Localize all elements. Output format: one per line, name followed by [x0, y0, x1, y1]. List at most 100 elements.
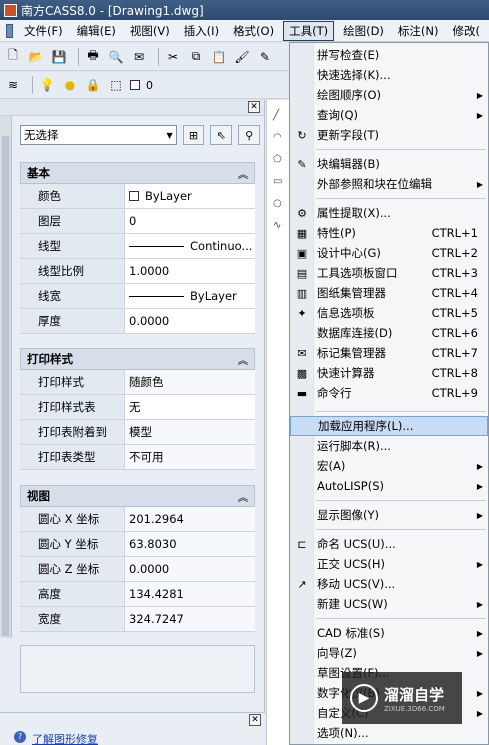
- menu-item[interactable]: ▩ 快速计算器 CTRL+8: [290, 363, 488, 383]
- collapse-icon[interactable]: ︽: [238, 489, 248, 504]
- menu-item[interactable]: 外部参照和块在位编辑 ▶: [290, 174, 488, 194]
- menu-item[interactable]: ▬ 命令行 CTRL+9: [290, 383, 488, 403]
- prop-row-plot-type[interactable]: 打印表类型 不可用: [20, 445, 255, 470]
- close-icon[interactable]: ✕: [248, 101, 260, 113]
- menu-item[interactable]: 新建 UCS(W) ▶: [290, 594, 488, 614]
- object-select[interactable]: 无选择 ▼: [20, 125, 177, 145]
- menu-draw[interactable]: 绘图(D): [338, 22, 389, 40]
- cut-icon[interactable]: ✂: [164, 48, 182, 66]
- menu-insert[interactable]: 插入(I): [179, 22, 224, 40]
- print-preview-icon[interactable]: 🔍: [107, 48, 125, 66]
- menu-item[interactable]: 拼写检查(E): [290, 45, 488, 65]
- prop-row-lineweight[interactable]: 线宽 ByLayer: [20, 284, 255, 309]
- print-icon[interactable]: 🖶: [84, 48, 102, 66]
- prop-value[interactable]: 无: [125, 395, 255, 419]
- paste-icon[interactable]: 📋: [210, 48, 228, 66]
- prop-value[interactable]: ByLayer: [125, 184, 255, 208]
- line-tool-icon[interactable]: ╱: [273, 110, 285, 122]
- menu-item[interactable]: 加载应用程序(L)...: [290, 416, 488, 436]
- prop-value[interactable]: Continuo...: [125, 234, 255, 258]
- menu-item[interactable]: ⚙ 属性提取(X)...: [290, 203, 488, 223]
- open-file-icon[interactable]: 📂: [27, 48, 45, 66]
- menu-item[interactable]: 宏(A) ▶: [290, 456, 488, 476]
- prop-row-plot-style[interactable]: 打印样式 随颜色: [20, 370, 255, 395]
- section-header-general[interactable]: 基本 ︽: [20, 162, 255, 184]
- prop-row-width[interactable]: 宽度 324.7247: [20, 607, 255, 632]
- menu-item[interactable]: ▥ 图纸集管理器 CTRL+4: [290, 283, 488, 303]
- menu-item[interactable]: AutoLISP(S) ▶: [290, 476, 488, 496]
- save-icon[interactable]: 💾: [50, 48, 68, 66]
- menu-item[interactable]: ▣ 设计中心(G) CTRL+2: [290, 243, 488, 263]
- curve-tool-icon[interactable]: ∿: [273, 220, 285, 232]
- menu-file[interactable]: 文件(F): [19, 22, 68, 40]
- toggle-pickadd-icon[interactable]: ⊞: [182, 125, 205, 145]
- prop-value[interactable]: 1.0000: [125, 259, 255, 283]
- rectangle-tool-icon[interactable]: ▭: [273, 176, 285, 188]
- drawing-recovery-link[interactable]: 了解图形修复: [32, 731, 98, 745]
- menu-item[interactable]: ↻ 更新字段(T): [290, 125, 488, 145]
- menu-item[interactable]: ↗ 移动 UCS(V)...: [290, 574, 488, 594]
- system-menu-icon[interactable]: [6, 23, 13, 38]
- menu-item[interactable]: 显示图像(Y) ▶: [290, 505, 488, 525]
- sun-icon[interactable]: ●: [61, 76, 79, 94]
- section-header-plot[interactable]: 打印样式 ︽: [20, 348, 255, 370]
- menu-item[interactable]: 查询(Q) ▶: [290, 105, 488, 125]
- menu-item[interactable]: 快速选择(K)...: [290, 65, 488, 85]
- scrollbar-thumb[interactable]: [2, 136, 9, 636]
- prop-row-linetype-scale[interactable]: 线型比例 1.0000: [20, 259, 255, 284]
- menu-item[interactable]: 运行脚本(R)...: [290, 436, 488, 456]
- section-header-view[interactable]: 视图 ︽: [20, 485, 255, 507]
- prop-row-color[interactable]: 颜色 ByLayer: [20, 184, 255, 209]
- menu-item[interactable]: ✦ 信息选项板 CTRL+5: [290, 303, 488, 323]
- menu-item[interactable]: ⊏ 命名 UCS(U)...: [290, 534, 488, 554]
- color-swatch-icon[interactable]: ⬚: [107, 76, 125, 94]
- prop-value[interactable]: 0.0000: [125, 309, 255, 333]
- menu-modify[interactable]: 修改(: [448, 22, 486, 40]
- quick-select-icon[interactable]: ⚲: [238, 125, 260, 145]
- prop-row-plot-table[interactable]: 打印样式表 无: [20, 395, 255, 420]
- match-properties-icon[interactable]: 🖌: [233, 48, 251, 66]
- menu-item[interactable]: 数据库连接(D) CTRL+6: [290, 323, 488, 343]
- new-file-icon[interactable]: 🗋: [4, 48, 22, 66]
- circle-tool-icon[interactable]: ○: [273, 198, 285, 210]
- select-objects-icon[interactable]: ⇖: [210, 125, 233, 145]
- polygon-tool-icon[interactable]: ⬠: [273, 154, 285, 166]
- layer-manager-icon[interactable]: ≋: [4, 76, 22, 94]
- lock-icon[interactable]: 🔒: [84, 76, 102, 94]
- menu-item[interactable]: 正交 UCS(H) ▶: [290, 554, 488, 574]
- lightbulb-icon[interactable]: 💡: [38, 76, 56, 94]
- prop-row-linetype[interactable]: 线型 Continuo...: [20, 234, 255, 259]
- prop-row-height[interactable]: 高度 134.4281: [20, 582, 255, 607]
- collapse-icon[interactable]: ︽: [238, 352, 248, 367]
- menu-item[interactable]: 选项(N)...: [290, 723, 488, 743]
- block-editor-icon[interactable]: ✎: [256, 48, 274, 66]
- prop-value[interactable]: ByLayer: [125, 284, 255, 308]
- menu-item[interactable]: ✉ 标记集管理器 CTRL+7: [290, 343, 488, 363]
- drawing-area-edge[interactable]: ╱ ◠ ⬠ ▭ ○ ∿: [266, 100, 290, 745]
- menu-item[interactable]: ▤ 工具选项板窗口 CTRL+3: [290, 263, 488, 283]
- close-icon[interactable]: ✕: [249, 714, 261, 726]
- prop-row-layer[interactable]: 图层 0: [20, 209, 255, 234]
- prop-row-plot-attached[interactable]: 打印表附着到 模型: [20, 420, 255, 445]
- menu-edit[interactable]: 编辑(E): [72, 22, 121, 40]
- menu-format[interactable]: 格式(O): [228, 22, 279, 40]
- menu-item[interactable]: 绘图顺序(O) ▶: [290, 85, 488, 105]
- prop-row-center-x[interactable]: 圆心 X 坐标 201.2964: [20, 507, 255, 532]
- current-layer[interactable]: 0: [146, 79, 153, 92]
- prop-row-thickness[interactable]: 厚度 0.0000: [20, 309, 255, 334]
- copy-icon[interactable]: ⧉: [187, 48, 205, 66]
- menu-item[interactable]: ▦ 特性(P) CTRL+1: [290, 223, 488, 243]
- menu-dimension[interactable]: 标注(N): [393, 22, 444, 40]
- menu-view[interactable]: 视图(V): [125, 22, 175, 40]
- menu-tools[interactable]: 工具(T): [283, 20, 335, 41]
- menu-item[interactable]: CAD 标准(S) ▶: [290, 623, 488, 643]
- menu-item[interactable]: ✎ 块编辑器(B): [290, 154, 488, 174]
- menu-item[interactable]: 向导(Z) ▶: [290, 643, 488, 663]
- arc-tool-icon[interactable]: ◠: [273, 132, 285, 144]
- publish-icon[interactable]: ✉: [130, 48, 148, 66]
- prop-value[interactable]: 0: [125, 209, 255, 233]
- prop-row-center-z[interactable]: 圆心 Z 坐标 0.0000: [20, 557, 255, 582]
- panel-scrollbar[interactable]: [0, 116, 12, 638]
- collapse-icon[interactable]: ︽: [238, 166, 248, 181]
- prop-row-center-y[interactable]: 圆心 Y 坐标 63.8030: [20, 532, 255, 557]
